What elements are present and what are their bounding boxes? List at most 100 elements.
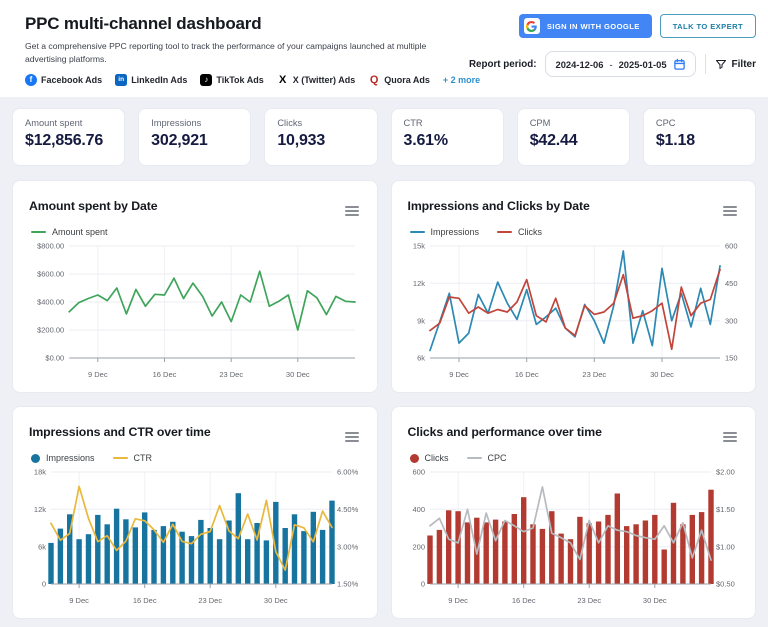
chart-legend: Impressions CTR xyxy=(31,453,361,463)
svg-text:600: 600 xyxy=(725,242,738,251)
chart-title: Impressions and Clicks by Date xyxy=(408,199,590,213)
impressions-ctr-chart: 06k12k18k1.50%3.00%4.50%6.00%9 Dec16 Dec… xyxy=(29,466,361,608)
divider xyxy=(705,54,706,74)
svg-text:200: 200 xyxy=(412,542,425,551)
chart-card-impressions-clicks: Impressions and Clicks by Date Impressio… xyxy=(391,180,757,393)
facebook-icon: f xyxy=(25,74,37,86)
x-twitter-icon: X xyxy=(277,74,289,86)
svg-text:9 Dec: 9 Dec xyxy=(69,596,89,605)
legend-item-impressions[interactable]: Impressions xyxy=(410,227,480,237)
channel-quora: Q Quora Ads xyxy=(368,74,430,86)
chart-menu-button[interactable] xyxy=(721,420,739,444)
report-period-end: 2025-01-05 xyxy=(619,59,667,70)
kpi-cpc: CPC $1.18 xyxy=(643,108,756,166)
chart-legend: Clicks CPC xyxy=(410,453,740,463)
legend-swatch xyxy=(410,454,419,463)
svg-text:6.00%: 6.00% xyxy=(337,468,359,477)
svg-text:$1.50: $1.50 xyxy=(716,505,735,514)
svg-text:16 Dec: 16 Dec xyxy=(511,596,535,605)
svg-text:23 Dec: 23 Dec xyxy=(582,370,606,379)
svg-text:0: 0 xyxy=(42,580,46,589)
channel-x-twitter: X X (Twitter) Ads xyxy=(277,74,356,86)
chart-menu-button[interactable] xyxy=(343,194,361,218)
legend-swatch xyxy=(410,231,425,233)
chart-card-clicks-performance: Clicks and performance over time ClicksC… xyxy=(391,406,757,619)
svg-text:15k: 15k xyxy=(412,242,424,251)
kpi-clicks: Clicks 10,933 xyxy=(264,108,377,166)
svg-text:9 Dec: 9 Dec xyxy=(88,370,108,379)
amount-spent-chart: $0.00$200.00$400.00$600.00$800.009 Dec16… xyxy=(29,240,361,382)
talk-to-expert-button[interactable]: TALK TO EXPERT xyxy=(660,14,756,38)
channel-facebook: f Facebook Ads xyxy=(25,74,102,86)
tiktok-icon: ♪ xyxy=(200,74,212,86)
legend-swatch xyxy=(31,231,46,233)
svg-text:9 Dec: 9 Dec xyxy=(448,596,468,605)
kpi-row: Amount spent $12,856.76 Impressions 302,… xyxy=(12,108,756,166)
svg-text:9k: 9k xyxy=(417,316,425,325)
svg-text:$1.00: $1.00 xyxy=(716,542,735,551)
legend-swatch xyxy=(31,454,40,463)
svg-text:4.50%: 4.50% xyxy=(337,505,359,514)
linkedin-icon: in xyxy=(115,74,127,86)
hamburger-menu-icon xyxy=(723,206,737,216)
svg-text:16 Dec: 16 Dec xyxy=(514,370,538,379)
charts-grid: Amount spent by Date Amount spent $0.00$… xyxy=(12,180,756,619)
sign-in-with-google-button[interactable]: SIGN IN WITH GOOGLE xyxy=(519,14,652,38)
svg-text:23 Dec: 23 Dec xyxy=(577,596,601,605)
svg-text:12k: 12k xyxy=(34,505,46,514)
dashboard-content: Amount spent $12,856.76 Impressions 302,… xyxy=(0,97,768,619)
hamburger-menu-icon xyxy=(345,206,359,216)
google-logo-icon xyxy=(524,18,540,34)
svg-text:150: 150 xyxy=(725,354,738,363)
svg-text:$400.00: $400.00 xyxy=(37,298,64,307)
legend-item-amount-spent[interactable]: Amount spent xyxy=(31,227,108,237)
calendar-icon xyxy=(673,58,686,71)
legend-swatch xyxy=(467,457,482,459)
legend-item-impressions[interactable]: Impressions xyxy=(31,453,95,463)
chart-title: Impressions and CTR over time xyxy=(29,425,211,439)
svg-text:12k: 12k xyxy=(412,279,424,288)
legend-item-cpc[interactable]: CPC xyxy=(467,453,507,463)
page-description: Get a comprehensive PPC reporting tool t… xyxy=(25,40,455,67)
report-period-start: 2024-12-06 xyxy=(555,59,603,70)
hamburger-menu-icon xyxy=(345,432,359,442)
channel-linkedin: in LinkedIn Ads xyxy=(115,74,187,86)
clicks-performance-chart: 0200400600$0.50$1.00$1.50$2.009 Dec16 De… xyxy=(408,466,740,608)
chart-card-impressions-ctr: Impressions and CTR over time Impression… xyxy=(12,406,378,619)
report-period-input[interactable]: 2024-12-06 - 2025-01-05 xyxy=(545,51,695,77)
svg-text:$2.00: $2.00 xyxy=(716,468,735,477)
chart-menu-button[interactable] xyxy=(721,194,739,218)
svg-text:$200.00: $200.00 xyxy=(37,326,64,335)
svg-text:$600.00: $600.00 xyxy=(37,270,64,279)
svg-text:1.50%: 1.50% xyxy=(337,580,359,589)
svg-text:$0.50: $0.50 xyxy=(716,580,735,589)
legend-swatch xyxy=(497,231,512,233)
filter-button[interactable]: Filter xyxy=(715,58,756,70)
legend-item-clicks[interactable]: Clicks xyxy=(497,227,542,237)
channel-tiktok: ♪ TikTok Ads xyxy=(200,74,263,86)
legend-item-ctr[interactable]: CTR xyxy=(113,453,153,463)
kpi-amount-spent: Amount spent $12,856.76 xyxy=(12,108,125,166)
report-period-label: Report period: xyxy=(469,59,537,70)
chart-legend: Impressions Clicks xyxy=(410,227,740,237)
svg-text:0: 0 xyxy=(420,580,424,589)
svg-text:6k: 6k xyxy=(417,354,425,363)
svg-text:$800.00: $800.00 xyxy=(37,242,64,251)
svg-text:18k: 18k xyxy=(34,468,46,477)
quora-icon: Q xyxy=(368,74,380,86)
svg-text:30 Dec: 30 Dec xyxy=(642,596,666,605)
header-actions: SIGN IN WITH GOOGLE TALK TO EXPERT Repor… xyxy=(469,14,756,77)
chart-menu-button[interactable] xyxy=(343,420,361,444)
legend-item-clicks[interactable]: Clicks xyxy=(410,453,449,463)
filter-funnel-icon xyxy=(715,58,727,70)
svg-text:23 Dec: 23 Dec xyxy=(219,370,243,379)
kpi-cpm: CPM $42.44 xyxy=(517,108,630,166)
svg-text:3.00%: 3.00% xyxy=(337,542,359,551)
svg-text:30 Dec: 30 Dec xyxy=(286,370,310,379)
report-period-separator: - xyxy=(609,59,612,70)
svg-text:16 Dec: 16 Dec xyxy=(153,370,177,379)
kpi-ctr: CTR 3.61% xyxy=(391,108,504,166)
chart-title: Amount spent by Date xyxy=(29,199,158,213)
svg-text:30 Dec: 30 Dec xyxy=(264,596,288,605)
svg-text:6k: 6k xyxy=(38,542,46,551)
